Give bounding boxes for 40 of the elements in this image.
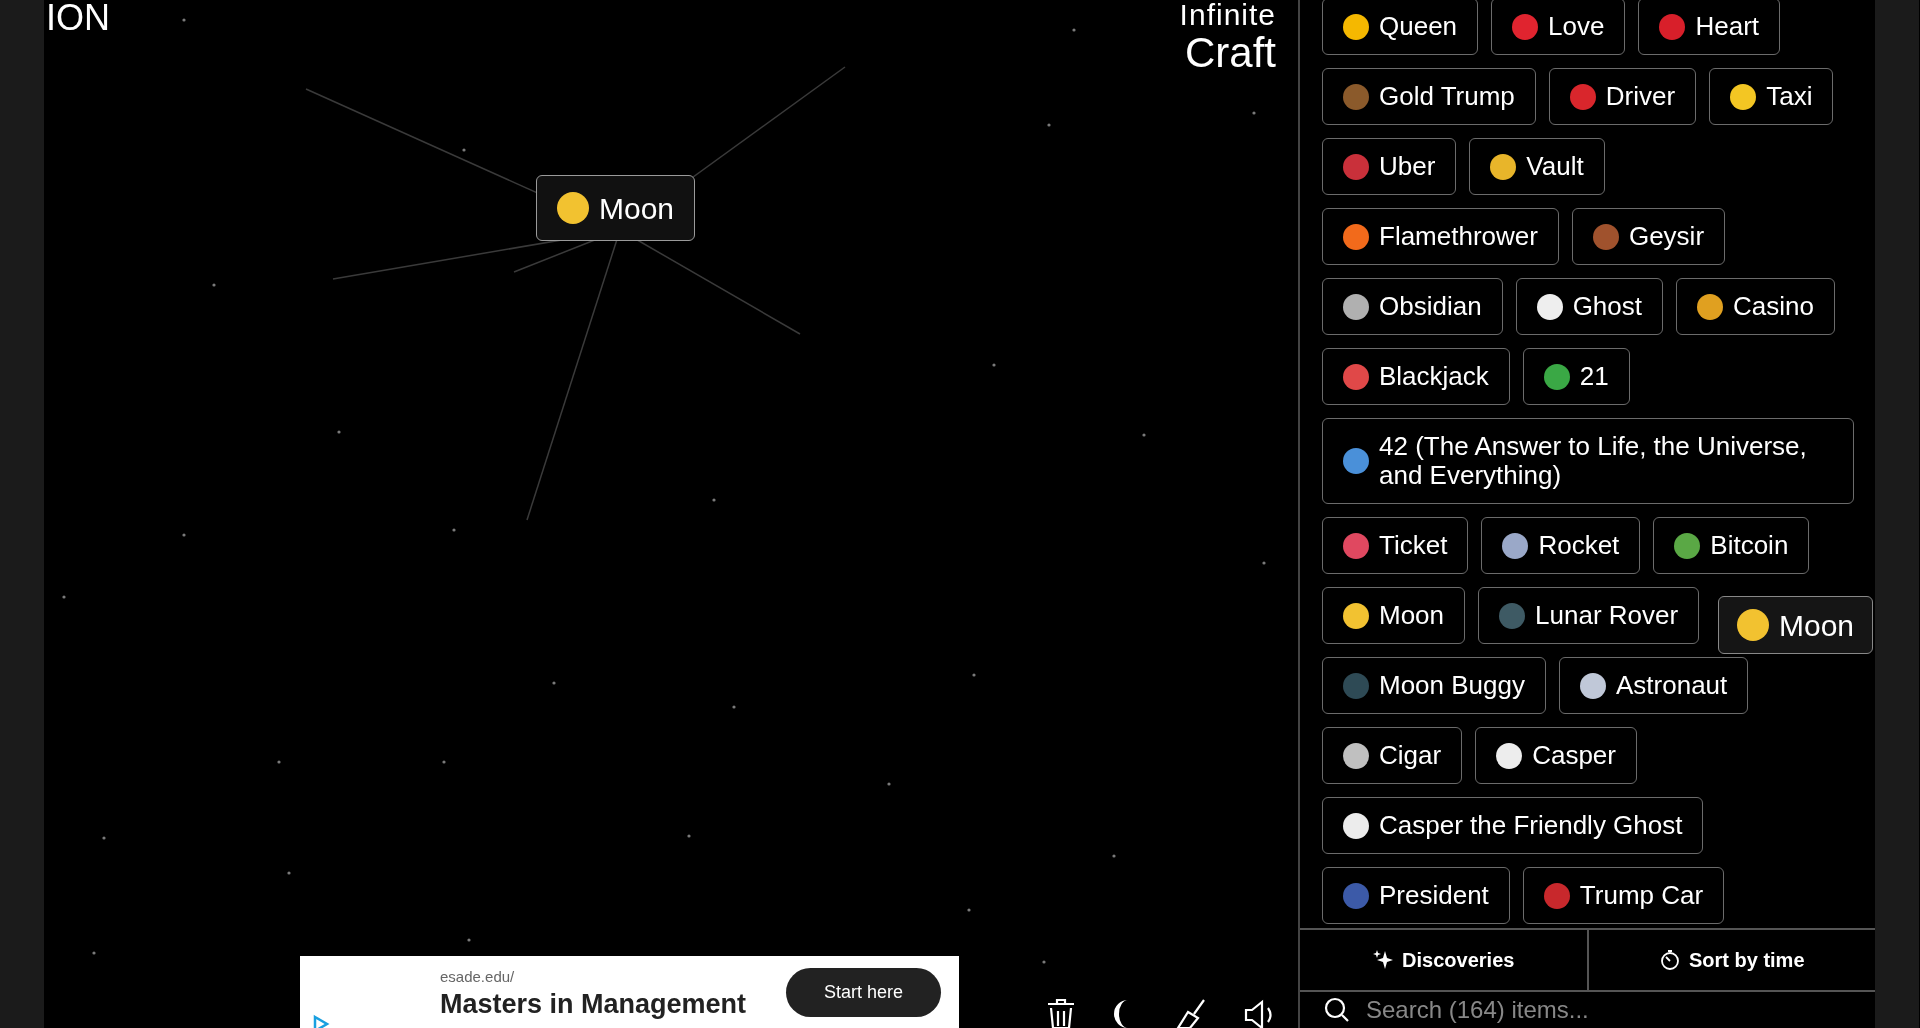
element-item[interactable]: Cigar bbox=[1322, 727, 1463, 784]
element-item[interactable]: Love bbox=[1491, 0, 1626, 55]
element-item[interactable]: Geysir bbox=[1571, 208, 1726, 265]
element-item[interactable]: Casper the Friendly Ghost bbox=[1322, 797, 1704, 854]
element-item[interactable]: Lunar Rover bbox=[1478, 587, 1700, 644]
element-item[interactable]: 42 (The Answer to Life, the Universe, and Everything) bbox=[1322, 418, 1854, 504]
corner-text: ION bbox=[46, 0, 110, 36]
element-item[interactable]: Obsidian bbox=[1322, 278, 1503, 335]
dragged-element[interactable]: Moon bbox=[1718, 596, 1874, 654]
element-item[interactable]: Moon Buggy bbox=[1322, 657, 1546, 714]
element-item[interactable]: Bitcoin bbox=[1653, 517, 1810, 574]
element-item[interactable]: Casper bbox=[1475, 727, 1637, 784]
canvas-element[interactable]: Moon bbox=[536, 175, 696, 241]
element-item[interactable]: Blackjack bbox=[1322, 348, 1510, 405]
stopwatch-icon bbox=[1658, 949, 1681, 971]
element-item[interactable]: Queen bbox=[1322, 0, 1479, 55]
element-item[interactable]: Vault bbox=[1469, 138, 1605, 195]
element-item[interactable]: Gold Trump bbox=[1322, 68, 1536, 125]
element-item[interactable]: President bbox=[1322, 867, 1510, 924]
logo-text: Infinite bbox=[1179, 0, 1276, 30]
search-icon bbox=[1324, 997, 1350, 1023]
element-item[interactable]: 21 bbox=[1522, 348, 1630, 405]
element-item[interactable]: Moon bbox=[1322, 587, 1466, 644]
element-item[interactable]: Uber bbox=[1322, 138, 1457, 195]
element-item[interactable]: Driver bbox=[1548, 68, 1697, 125]
play-icon bbox=[312, 1014, 330, 1028]
element-item[interactable]: Trump Car bbox=[1522, 867, 1725, 924]
start-button[interactable]: Start here bbox=[785, 968, 941, 1017]
element-item[interactable]: Ghost bbox=[1515, 278, 1663, 335]
element-item[interactable]: Flamethrower bbox=[1322, 208, 1559, 265]
ad-headline: Masters in Management bbox=[440, 989, 748, 1020]
element-item[interactable]: Casino bbox=[1676, 278, 1835, 335]
element-item[interactable]: Heart bbox=[1638, 0, 1781, 55]
element-item[interactable]: Rocket bbox=[1481, 517, 1641, 574]
search-field[interactable]: Search (164) items... bbox=[1364, 995, 1851, 1025]
element-item[interactable]: Ticket bbox=[1322, 517, 1469, 574]
element-item[interactable]: Astronaut bbox=[1559, 657, 1749, 714]
element-item[interactable]: Taxi bbox=[1709, 68, 1834, 125]
logo-text: Craft bbox=[1184, 32, 1276, 74]
ad-url: esade.edu/ bbox=[440, 968, 516, 985]
